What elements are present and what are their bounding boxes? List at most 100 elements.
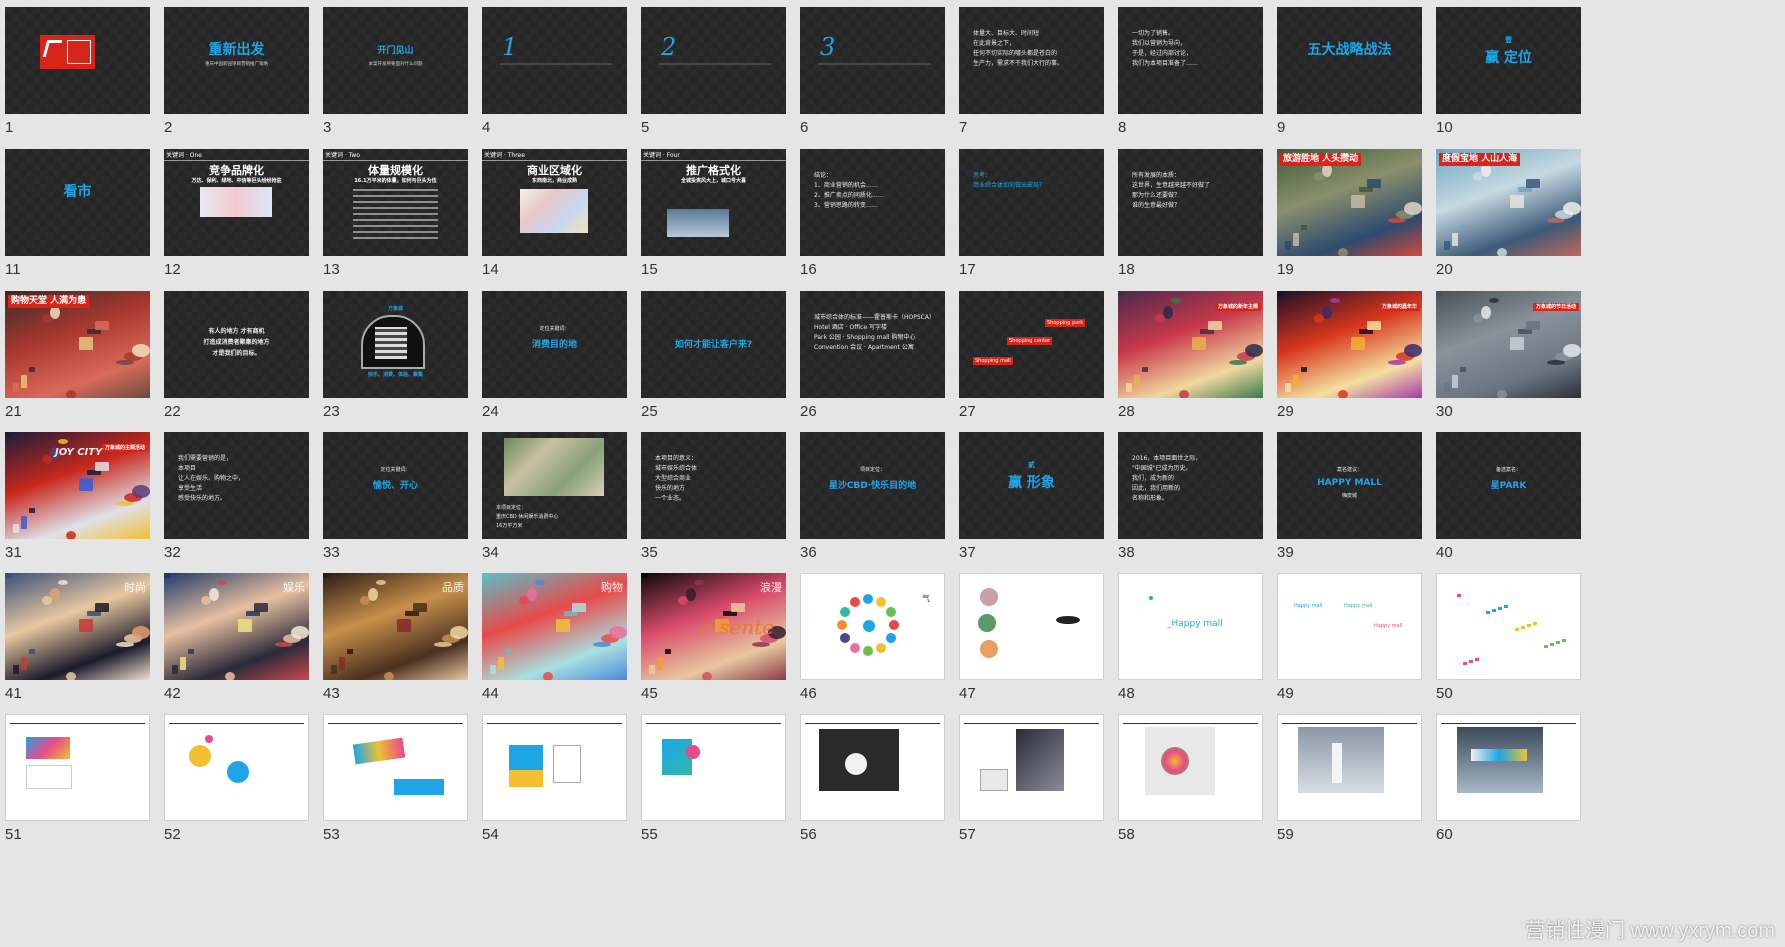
slide-thumbnail-1[interactable]: 1 bbox=[5, 7, 150, 136]
slide-thumbnail-49[interactable]: Happy mall Happy mall Happy mall 49 bbox=[1277, 573, 1422, 702]
slide-thumbnail-16[interactable]: 结论： 1、商业营销的机会…… 2、推广卖点的同质化…… 3、营销思路的转变…… 16 bbox=[800, 149, 945, 278]
slide-thumbnail-35[interactable]: 本项目的意义： 城市娱乐综合体 大型综合商业 快乐的地方 一个业态。 35 bbox=[641, 432, 786, 561]
slide-preview[interactable]: 万象城的节日活动 bbox=[1436, 291, 1581, 398]
slide-preview[interactable]: 贰赢 形象 bbox=[959, 432, 1104, 539]
slide-preview[interactable] bbox=[641, 714, 786, 821]
slide-thumbnail-37[interactable]: 贰赢 形象 37 bbox=[959, 432, 1104, 561]
slide-preview[interactable]: 度假宝地 人山人海 bbox=[1436, 149, 1581, 256]
slide-thumbnail-4[interactable]: 14 bbox=[482, 7, 627, 136]
slide-preview[interactable] bbox=[5, 7, 150, 114]
slide-preview[interactable]: 3 bbox=[800, 7, 945, 114]
slide-preview[interactable]: 案名建议： HAPPY MALL 嗨皮城 bbox=[1277, 432, 1422, 539]
slide-preview[interactable] bbox=[800, 714, 945, 821]
slide-preview[interactable]: 关键词 · Two 体量规模化 16.1万平米的体量，如何与巨头为伍 bbox=[323, 149, 468, 256]
slide-preview[interactable]: 气 bbox=[800, 573, 945, 680]
slide-preview[interactable]: 看市 bbox=[5, 149, 150, 256]
slide-preview[interactable]: 品质 bbox=[323, 573, 468, 680]
slide-preview[interactable]: 备选案名： 星PARK bbox=[1436, 432, 1581, 539]
slide-thumbnail-5[interactable]: 25 bbox=[641, 7, 786, 136]
slide-preview[interactable] bbox=[164, 714, 309, 821]
slide-preview[interactable]: 我们需要营销的是， 本项目 让人在娱乐、购物之中， 享受生活 感受快乐的地方。 bbox=[164, 432, 309, 539]
slide-preview[interactable]: 关键词 · Four 推广格式化 全城投资风大上，城口号大喜 bbox=[641, 149, 786, 256]
slide-preview[interactable]: 本项目定位： 重庆CBD 休闲娱乐消费中心 16万平方米 bbox=[482, 432, 627, 539]
slide-preview[interactable]: 万象城的主题活动 JOY CITY bbox=[5, 432, 150, 539]
slide-thumbnail-45[interactable]: 浪漫 a sente 45 bbox=[641, 573, 786, 702]
slide-preview[interactable] bbox=[959, 714, 1104, 821]
slide-thumbnail-48[interactable]: _Happy mall 48 bbox=[1118, 573, 1263, 702]
slide-preview[interactable]: 关键词 · One 竞争品牌化 万达、保利、绿地、中信等巨头纷纷抢驻 bbox=[164, 149, 309, 256]
slide-thumbnail-46[interactable]: 气 46 bbox=[800, 573, 945, 702]
slide-thumbnail-50[interactable]: 50 bbox=[1436, 573, 1581, 702]
slide-thumbnail-9[interactable]: 五大战略战法 9 bbox=[1277, 7, 1422, 136]
slide-preview[interactable]: 城市综合体的标准——霍普斯卡（HOPSCA） Hotel 酒店 · Office … bbox=[800, 291, 945, 398]
slide-preview[interactable]: _Happy mall bbox=[1118, 573, 1263, 680]
slide-thumbnail-7[interactable]: 体量大、目标大、时间短 在此背景之下， 任何不切实际的噱头都是苍白的 生产力，需求不干… bbox=[959, 7, 1104, 136]
slide-thumbnail-10[interactable]: 壹赢 定位 10 bbox=[1436, 7, 1581, 136]
slide-preview[interactable] bbox=[1277, 714, 1422, 821]
slide-preview[interactable] bbox=[959, 573, 1104, 680]
slide-preview[interactable]: 如何才能让客户来? bbox=[641, 291, 786, 398]
slide-thumbnail-17[interactable]: 思考： 商业综合体如何做出破局？ 17 bbox=[959, 149, 1104, 278]
slide-thumbnail-3[interactable]: 开门见山 本案开发将要面对什么问题 3 bbox=[323, 7, 468, 136]
slide-preview[interactable]: 定位关键词： 消费目的地 bbox=[482, 291, 627, 398]
slide-thumbnail-6[interactable]: 36 bbox=[800, 7, 945, 136]
slide-preview[interactable]: 万象城的新年主题 bbox=[1118, 291, 1263, 398]
slide-preview[interactable]: 开门见山 本案开发将要面对什么问题 bbox=[323, 7, 468, 114]
slide-preview[interactable]: 1 bbox=[482, 7, 627, 114]
slide-preview[interactable]: 五大战略战法 bbox=[1277, 7, 1422, 114]
slide-preview[interactable]: 时尚 bbox=[5, 573, 150, 680]
slide-preview[interactable]: 结论： 1、商业营销的机会…… 2、推广卖点的同质化…… 3、营销思路的转变…… bbox=[800, 149, 945, 256]
slide-preview[interactable]: 万象城的嘉年华 bbox=[1277, 291, 1422, 398]
slide-thumbnail-47[interactable]: 47 bbox=[959, 573, 1104, 702]
slide-thumbnail-58[interactable]: 58 bbox=[1118, 714, 1263, 843]
slide-preview[interactable] bbox=[323, 714, 468, 821]
slide-thumbnail-54[interactable]: 54 bbox=[482, 714, 627, 843]
slide-preview[interactable]: 娱乐 bbox=[164, 573, 309, 680]
slide-thumbnail-22[interactable]: 有人的地方 才有商机 打造成消费者聚集的地方 才是我们的目标。 22 bbox=[164, 291, 309, 420]
slide-preview[interactable]: 关键词 · Three 商业区域化 东西南北，商业成熟 bbox=[482, 149, 627, 256]
slide-thumbnail-52[interactable]: 52 bbox=[164, 714, 309, 843]
slide-thumbnail-40[interactable]: 备选案名： 星PARK 40 bbox=[1436, 432, 1581, 561]
slide-thumbnail-30[interactable]: 万象城的节日活动 30 bbox=[1436, 291, 1581, 420]
slide-thumbnail-8[interactable]: 一切为了销售。 我们以营销为导向， 于是，经过内部讨论， 我们为本项目准备了…… 8 bbox=[1118, 7, 1263, 136]
slide-preview[interactable]: 万象城 快乐、消费、体验、聚集 bbox=[323, 291, 468, 398]
slide-thumbnail-41[interactable]: 时尚 41 bbox=[5, 573, 150, 702]
slide-preview[interactable]: 有人的地方 才有商机 打造成消费者聚集的地方 才是我们的目标。 bbox=[164, 291, 309, 398]
slide-thumbnail-23[interactable]: 万象城 快乐、消费、体验、聚集 23 bbox=[323, 291, 468, 420]
slide-preview[interactable] bbox=[1436, 573, 1581, 680]
slide-thumbnail-21[interactable]: 购物天堂 人满为患 21 bbox=[5, 291, 150, 420]
slide-thumbnail-27[interactable]: Shopping park Shopping center Shopping mal… bbox=[959, 291, 1104, 420]
slide-thumbnail-31[interactable]: 万象城的主题活动 JOY CITY 31 bbox=[5, 432, 150, 561]
slide-thumbnail-28[interactable]: 万象城的新年主题 28 bbox=[1118, 291, 1263, 420]
slide-thumbnail-15[interactable]: 关键词 · Four 推广格式化 全城投资风大上，城口号大喜 15 bbox=[641, 149, 786, 278]
slide-preview[interactable]: 体量大、目标大、时间短 在此背景之下， 任何不切实际的噱头都是苍白的 生产力，需求不干… bbox=[959, 7, 1104, 114]
slide-thumbnail-25[interactable]: 如何才能让客户来? 25 bbox=[641, 291, 786, 420]
slide-thumbnail-60[interactable]: 60 bbox=[1436, 714, 1581, 843]
slide-preview[interactable]: 重新出发 重庆中国新园项目营销推广策略 bbox=[164, 7, 309, 114]
slide-preview[interactable]: 所有发展的本质： 这世界，生意越来越不好做了 那为什么还要做？ 谁的生意最好做？ bbox=[1118, 149, 1263, 256]
slide-thumbnail-36[interactable]: 项目定位： 星沙CBD·快乐目的地 36 bbox=[800, 432, 945, 561]
slide-thumbnail-18[interactable]: 所有发展的本质： 这世界，生意越来越不好做了 那为什么还要做？ 谁的生意最好做？ 18 bbox=[1118, 149, 1263, 278]
slide-thumbnail-42[interactable]: 娱乐 42 bbox=[164, 573, 309, 702]
slide-thumbnail-11[interactable]: 看市 11 bbox=[5, 149, 150, 278]
slide-thumbnail-14[interactable]: 关键词 · Three 商业区域化 东西南北，商业成熟 14 bbox=[482, 149, 627, 278]
slide-thumbnail-38[interactable]: 2016，本项目面世之际， "中国城"已成为历史。 我们，成为新的 因此，我们用新的名… bbox=[1118, 432, 1263, 561]
slide-thumbnail-51[interactable]: 51 bbox=[5, 714, 150, 843]
slide-preview[interactable]: 项目定位： 星沙CBD·快乐目的地 bbox=[800, 432, 945, 539]
slide-thumbnail-13[interactable]: 关键词 · Two 体量规模化 16.1万平米的体量，如何与巨头为伍 13 bbox=[323, 149, 468, 278]
slide-preview[interactable]: 本项目的意义： 城市娱乐综合体 大型综合商业 快乐的地方 一个业态。 bbox=[641, 432, 786, 539]
slide-thumbnail-20[interactable]: 度假宝地 人山人海 20 bbox=[1436, 149, 1581, 278]
slide-thumbnail-56[interactable]: 56 bbox=[800, 714, 945, 843]
slide-preview[interactable]: Happy mall Happy mall Happy mall bbox=[1277, 573, 1422, 680]
slide-thumbnail-33[interactable]: 定位关键词： 愉悦、开心 33 bbox=[323, 432, 468, 561]
slide-preview[interactable]: 购物天堂 人满为患 bbox=[5, 291, 150, 398]
slide-preview[interactable] bbox=[482, 714, 627, 821]
slide-thumbnail-55[interactable]: 55 bbox=[641, 714, 786, 843]
slide-preview[interactable] bbox=[1436, 714, 1581, 821]
slide-preview[interactable]: 定位关键词： 愉悦、开心 bbox=[323, 432, 468, 539]
slide-preview[interactable]: 购物 bbox=[482, 573, 627, 680]
slide-preview[interactable]: 壹赢 定位 bbox=[1436, 7, 1581, 114]
slide-preview[interactable]: 2 bbox=[641, 7, 786, 114]
slide-thumbnail-32[interactable]: 我们需要营销的是， 本项目 让人在娱乐、购物之中， 享受生活 感受快乐的地方。 32 bbox=[164, 432, 309, 561]
slide-thumbnail-44[interactable]: 购物 44 bbox=[482, 573, 627, 702]
